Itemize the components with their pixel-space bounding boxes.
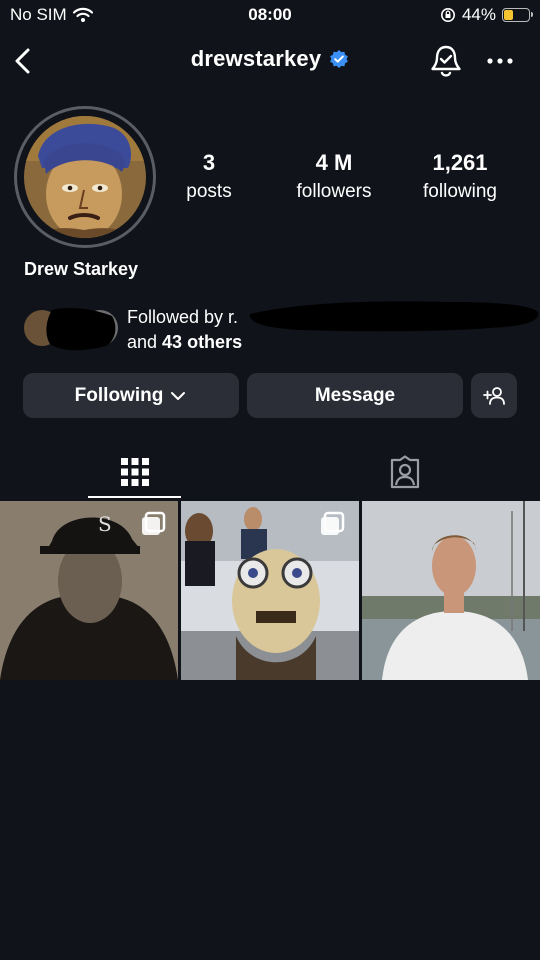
post-thumbnail-3[interactable]	[362, 501, 540, 680]
post-thumbnail-2[interactable]	[181, 501, 359, 680]
tab-posts-grid[interactable]	[88, 446, 181, 498]
stat-followers[interactable]: 4 M followers	[274, 150, 394, 203]
grid-icon	[120, 458, 149, 486]
followed-by-line2: and 43 others	[127, 332, 243, 352]
posts-label: posts	[186, 181, 232, 202]
post-thumbnail-1[interactable]: S	[0, 501, 178, 680]
tab-tagged[interactable]	[358, 446, 451, 498]
followers-count: 4 M	[315, 150, 353, 175]
chevron-down-icon	[171, 391, 186, 400]
following-button-label: Following	[74, 384, 164, 406]
others-count: 43 others	[162, 332, 243, 352]
add-person-icon	[483, 386, 505, 405]
posts-count: 3	[202, 150, 216, 175]
verified-badge-icon	[330, 50, 349, 68]
post-3-image	[362, 501, 540, 680]
followed-by-line1: Followed by r.	[127, 307, 239, 327]
redaction-scribble	[249, 301, 539, 332]
post-2-image	[181, 501, 359, 680]
battery-percent: 44%	[461, 5, 496, 24]
username-title: drewstarkey	[190, 46, 322, 71]
display-name: Drew Starkey	[24, 259, 139, 279]
followers-label: followers	[296, 181, 372, 202]
stat-following[interactable]: 1,261 following	[400, 150, 520, 203]
notification-bell-icon[interactable]	[428, 42, 464, 80]
active-tab-indicator	[88, 496, 181, 498]
profile-header: drewstarkey	[0, 38, 540, 84]
battery-icon	[502, 8, 533, 22]
stat-posts[interactable]: 3 posts	[149, 150, 269, 203]
more-options-icon[interactable]	[484, 46, 516, 76]
following-label: following	[423, 181, 497, 202]
avatar-drawing-image	[24, 116, 146, 238]
message-button-label: Message	[314, 384, 396, 406]
profile-avatar[interactable]	[24, 116, 146, 238]
tagged-person-icon	[390, 455, 419, 489]
mutual-followers-avatars[interactable]	[22, 306, 118, 352]
post-1-image: S	[0, 501, 178, 680]
following-button[interactable]: Following	[23, 373, 239, 418]
following-count: 1,261	[432, 150, 488, 175]
svg-text:S: S	[98, 512, 112, 536]
orientation-lock-icon	[440, 8, 455, 22]
status-bar: No SIM 08:00 44%	[0, 0, 540, 30]
suggested-people-button[interactable]	[471, 373, 517, 418]
message-button[interactable]: Message	[247, 373, 463, 418]
followed-by-text[interactable]: Followed by r. and 43 others	[127, 305, 242, 355]
